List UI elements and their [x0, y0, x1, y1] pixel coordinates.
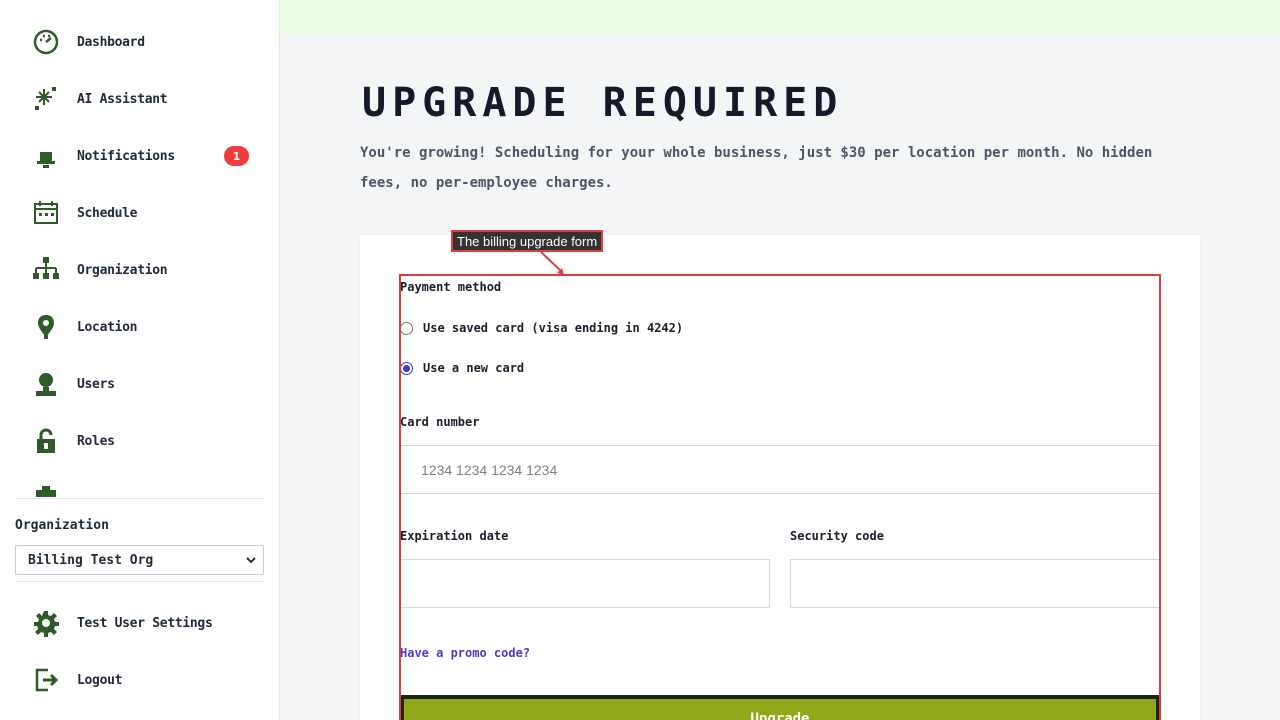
security-code-label: Security code [790, 529, 884, 543]
sidebar-item-logout[interactable]: Logout [30, 664, 260, 696]
sparkle-icon [30, 83, 62, 115]
upgrade-button-label: Upgrade [750, 711, 810, 720]
sidebar: Dashboard AI Assistant Notifications 1 S… [0, 0, 280, 720]
sidebar-item-label: Schedule [77, 205, 138, 221]
expiration-date-label: Expiration date [400, 529, 509, 543]
security-code-input[interactable] [790, 559, 1160, 608]
sidebar-item-roles[interactable]: Roles [30, 425, 260, 457]
sidebar-item-label: Roles [77, 433, 115, 449]
organization-label: Organization [15, 518, 109, 533]
sidebar-item-dashboard[interactable]: Dashboard [30, 26, 260, 58]
upgrade-button[interactable]: Upgrade [400, 695, 1160, 720]
sidebar-divider [15, 498, 264, 499]
sidebar-divider [15, 581, 264, 582]
lock-icon [30, 425, 62, 457]
logout-icon [30, 664, 62, 696]
radio-saved-card[interactable] [400, 321, 413, 335]
sidebar-item-organization[interactable]: Organization [30, 254, 260, 286]
card-number-label: Card number [400, 415, 480, 429]
calendar-icon [30, 197, 62, 229]
notification-badge: 1 [224, 146, 249, 166]
building-icon [30, 482, 62, 497]
sidebar-item-label: Test User Settings [77, 615, 213, 631]
annotation-arrow-icon [540, 251, 564, 275]
expiration-date-input[interactable] [400, 559, 770, 608]
card-number-placeholder: 1234 1234 1234 1234 [421, 461, 558, 478]
gear-icon [30, 607, 62, 639]
page-title: UPGRADE REQUIRED [362, 80, 844, 126]
card-number-input[interactable]: 1234 1234 1234 1234 [400, 445, 1160, 494]
radio-new-card-label: Use a new card [423, 361, 525, 375]
sidebar-item-partial[interactable] [30, 482, 260, 497]
sidebar-item-location[interactable]: Location [30, 311, 260, 343]
chevron-down-icon [246, 557, 256, 564]
organization-select[interactable]: Billing Test Org [15, 545, 264, 575]
bell-icon [30, 140, 62, 172]
sidebar-item-label: Users [77, 376, 115, 392]
sidebar-item-label: Organization [77, 262, 168, 278]
top-banner [280, 0, 1280, 35]
radio-new-card[interactable] [400, 361, 413, 375]
page-subtitle: You're growing! Scheduling for your whol… [360, 145, 1153, 191]
sidebar-item-ai-assistant[interactable]: AI Assistant [30, 83, 260, 115]
payment-method-label: Payment method [400, 280, 502, 294]
sidebar-item-label: AI Assistant [77, 91, 168, 107]
sidebar-item-users[interactable]: Users [30, 368, 260, 400]
sidebar-item-label: Location [77, 319, 138, 335]
map-pin-icon [30, 311, 62, 343]
sidebar-item-notifications[interactable]: Notifications 1 [30, 140, 260, 172]
organization-select-value: Billing Test Org [28, 552, 154, 568]
annotation-label: The billing upgrade form [451, 230, 604, 252]
sidebar-item-user-settings[interactable]: Test User Settings [30, 607, 260, 639]
sidebar-item-schedule[interactable]: Schedule [30, 197, 260, 229]
org-chart-icon [30, 254, 62, 286]
sidebar-item-label: Dashboard [77, 34, 145, 50]
radio-saved-card-label: Use saved card (visa ending in 4242) [423, 321, 684, 335]
dashboard-icon [30, 26, 62, 58]
sidebar-item-label: Notifications [77, 148, 175, 164]
radio-option-saved-card[interactable]: Use saved card (visa ending in 4242) [400, 318, 683, 338]
sidebar-item-label: Logout [77, 672, 123, 688]
radio-option-new-card[interactable]: Use a new card [400, 358, 524, 378]
sidebar-nav: Dashboard AI Assistant Notifications 1 S… [0, 0, 280, 497]
user-icon [30, 368, 62, 400]
promo-code-link[interactable]: Have a promo code? [400, 646, 530, 660]
